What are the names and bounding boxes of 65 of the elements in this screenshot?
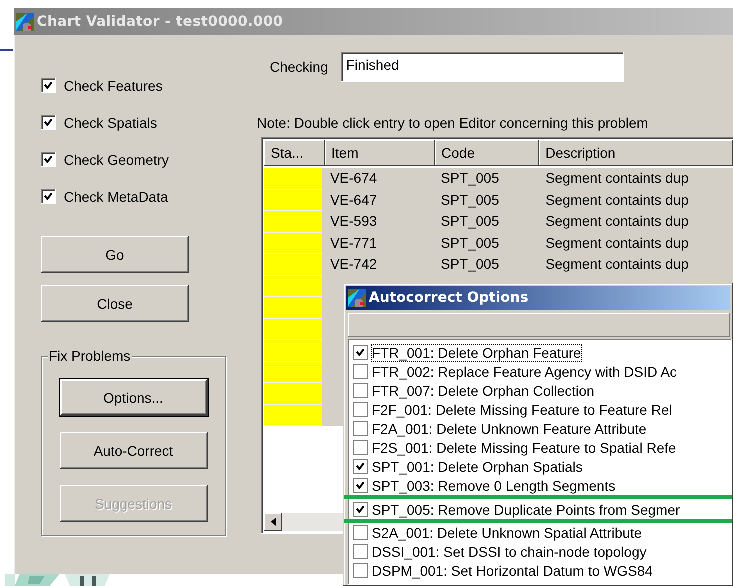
push-button[interactable]: Go [41,236,189,273]
checkbox-label: Check Features [64,78,163,94]
app-icon [348,289,366,307]
table-cell: Segment containts dup [546,256,689,272]
checkbox[interactable] [353,440,368,455]
option-label[interactable]: SPT_003: Remove 0 Length Segments [372,478,616,494]
table-cell: VE-647 [330,192,378,208]
checkbox[interactable] [353,383,368,398]
column-header[interactable]: Sta... [264,140,325,166]
option-label[interactable]: FTR_002: Replace Feature Agency with DSID Ac [372,364,678,380]
scroll-left-button[interactable] [264,513,282,531]
checkbox[interactable] [353,402,368,417]
checkbox-label: Check Geometry [64,152,170,168]
column-header[interactable]: Item [324,140,435,166]
checkbox-label: Check MetaData [64,188,168,204]
option-label[interactable]: S2A_001: Delete Unknown Spatial Attribute [372,524,642,540]
option-label[interactable]: SPT_001: Delete Orphan Spatials [372,458,583,474]
table-cell: Segment containts dup [546,213,689,229]
table-cell: VE-593 [330,213,378,229]
table-cell: SPT_005 [441,192,500,208]
app-icon [16,12,34,30]
checkbox-label: Check Spatials [64,114,158,130]
checkbox[interactable] [353,525,368,540]
left-arrow-icon [270,518,276,526]
checkbox[interactable] [41,189,56,204]
checkbox[interactable] [41,115,56,130]
table-cell: SPT_005 [441,213,500,229]
checkbox[interactable] [353,502,368,517]
field-label: Checking [270,59,328,75]
dialog-title: Autocorrect Options [369,290,529,306]
checkbox[interactable] [353,459,368,474]
checkbox[interactable] [353,563,368,578]
table-cell: SPT_005 [441,256,500,272]
table-cell: SPT_005 [441,234,500,250]
checkbox[interactable] [41,78,56,93]
checkbox[interactable] [353,345,368,360]
option-label[interactable]: F2A_001: Delete Unknown Feature Attribute [372,420,647,436]
checkbox[interactable] [353,478,368,493]
table-cell: VE-771 [330,234,378,250]
note-text: Note: Double click entry to open Editor concerning this problem [257,115,650,131]
checkbox[interactable] [353,364,368,379]
push-button[interactable]: Options... [60,379,208,416]
table-cell: Segment containts dup [546,170,689,186]
option-label[interactable]: FTR_001: Delete Orphan Feature [372,344,582,360]
option-label[interactable]: F2F_001: Delete Missing Feature to Feature Rel [372,402,672,418]
input-field[interactable]: Finished [341,52,624,82]
group-title: Fix Problems [48,348,132,364]
table-cell: VE-674 [330,170,378,186]
option-label[interactable]: DSPM_001: Set Horizontal Datum to WGS84 [372,562,653,578]
option-label[interactable]: FTR_007: Delete Orphan Collection [372,382,595,398]
option-label[interactable]: SPT_005: Remove Duplicate Points from Segmer [372,502,680,518]
checkbox[interactable] [353,544,368,559]
option-label[interactable]: DSSI_001: Set DSSI to chain-node topology [372,544,647,560]
checkbox[interactable] [41,152,56,167]
table-cell: VE-742 [330,256,378,272]
checkbox[interactable] [353,421,368,436]
push-button[interactable]: Auto-Correct [60,432,208,469]
table-cell: SPT_005 [441,170,500,186]
column-header[interactable]: Code [434,140,539,166]
column-header[interactable]: Description [538,140,733,166]
window-title: Chart Validator - test0000.000 [37,14,284,30]
push-button[interactable]: Close [41,285,189,322]
option-label[interactable]: F2S_001: Delete Missing Feature to Spatial Refe [372,440,676,456]
table-cell: Segment containts dup [546,234,689,250]
table-cell: Segment containts dup [546,192,689,208]
